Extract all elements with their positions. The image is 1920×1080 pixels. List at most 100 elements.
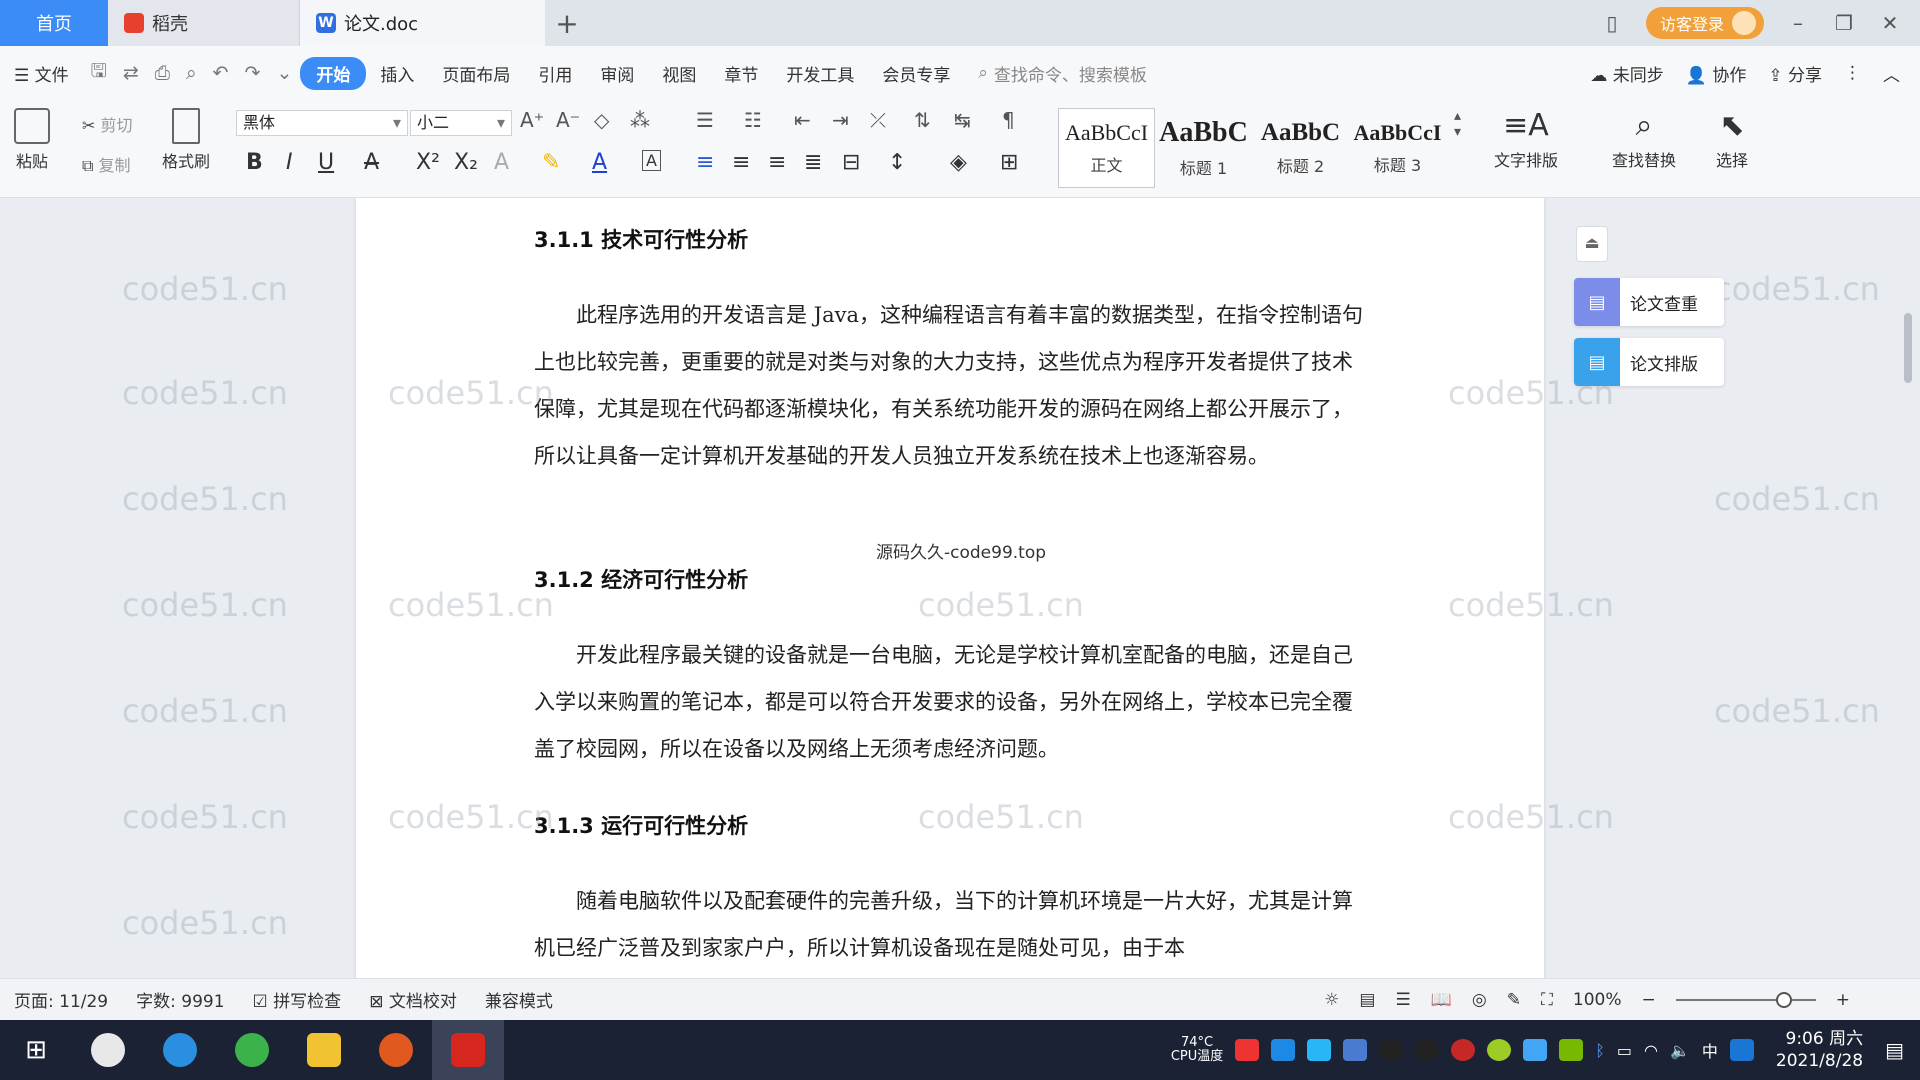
increase-indent-icon[interactable]: ⇥ <box>832 108 849 132</box>
save-icon[interactable]: 🖫 <box>83 57 115 89</box>
tab-daoke[interactable]: 稻壳 <box>108 0 300 46</box>
menu-references[interactable]: 引用 <box>524 61 586 86</box>
find-replace-button[interactable]: ⌕ 查找替换 <box>1612 108 1676 171</box>
show-marks-icon[interactable]: ¶ <box>1002 108 1015 132</box>
print-preview-icon[interactable]: ⌕ <box>178 62 205 84</box>
decrease-indent-icon[interactable]: ⇤ <box>794 108 811 132</box>
fit-page-icon[interactable]: ⛶ <box>1541 990 1553 1010</box>
command-search[interactable]: ⌕ 查找命令、搜索模板 <box>978 61 1147 86</box>
menu-start[interactable]: 开始 <box>300 56 367 90</box>
clear-format-icon[interactable]: ◇ <box>594 108 609 132</box>
web-view-icon[interactable]: ◎ <box>1472 990 1487 1010</box>
guest-login-button[interactable]: 访客登录 <box>1645 7 1764 39</box>
new-tab-button[interactable]: + <box>545 0 589 46</box>
scrollbar-thumb[interactable] <box>1904 313 1912 383</box>
menu-member[interactable]: 会员专享 <box>868 61 964 86</box>
line-spacing-icon[interactable]: ↕ <box>888 150 906 175</box>
taskbar-ie[interactable] <box>144 1020 216 1080</box>
superscript-icon[interactable]: X² <box>416 150 440 175</box>
proofread-button[interactable]: ⊠ 文档校对 <box>355 987 471 1012</box>
shading-icon[interactable]: ◈ <box>950 150 967 175</box>
document-page[interactable]: 3.1.1 技术可行性分析 此程序选用的开发语言是 Java，这种编程语言有着丰… <box>356 198 1544 978</box>
font-name-select[interactable]: 黑体 ▾ <box>236 110 408 136</box>
qq-icon[interactable] <box>1379 1039 1404 1061</box>
redo-icon[interactable]: ↷ <box>237 62 269 84</box>
numbering-icon[interactable]: ☷ <box>744 108 762 132</box>
export-icon[interactable]: ⇄ <box>115 62 147 84</box>
zoom-slider-knob[interactable] <box>1775 991 1792 1008</box>
style-heading-1[interactable]: AaBbC 标题 1 <box>1155 108 1252 188</box>
side-panel-collapse-button[interactable]: ⏏ <box>1576 226 1608 262</box>
customize-icon[interactable]: ⌄ <box>268 62 300 84</box>
align-left-icon[interactable]: ≡ <box>696 150 714 175</box>
taskbar-app-1[interactable] <box>72 1020 144 1080</box>
font-color-icon[interactable]: A <box>592 150 607 175</box>
menu-page-layout[interactable]: 页面布局 <box>428 61 524 86</box>
share-button[interactable]: ⇪ 分享 <box>1768 61 1822 86</box>
select-button[interactable]: ⬉ 选择 <box>1716 108 1748 171</box>
print-icon[interactable]: ⎙ <box>147 62 178 84</box>
page-indicator[interactable]: 页面: 11/29 <box>0 987 122 1012</box>
italic-icon[interactable]: I <box>286 150 293 175</box>
tab-document[interactable]: W 论文.doc <box>300 0 545 46</box>
layout-icon[interactable]: ▯ <box>1600 11 1624 35</box>
tray-icon[interactable] <box>1487 1039 1512 1061</box>
justify-icon[interactable]: ≣ <box>804 150 822 175</box>
minimize-icon[interactable]: – <box>1786 11 1810 35</box>
menu-view[interactable]: 视图 <box>648 61 710 86</box>
taskbar-browser[interactable] <box>216 1020 288 1080</box>
copy-button[interactable]: ⧉ 复制 <box>82 152 131 176</box>
shrink-font-icon[interactable]: A⁻ <box>556 108 580 132</box>
restore-icon[interactable]: ❐ <box>1832 11 1856 35</box>
menu-insert[interactable]: 插入 <box>366 61 428 86</box>
align-center-icon[interactable]: ≡ <box>732 150 750 175</box>
zoom-level[interactable]: 100% <box>1573 990 1622 1010</box>
pen-icon[interactable]: ✎ <box>1507 990 1521 1010</box>
eye-protect-icon[interactable]: ☼ <box>1324 990 1339 1010</box>
nvidia-icon[interactable] <box>1559 1039 1584 1061</box>
bold-icon[interactable]: B <box>246 150 263 175</box>
vertical-scrollbar[interactable] <box>1896 148 1916 978</box>
font-size-select[interactable]: 小二 ▾ <box>410 110 512 136</box>
paper-check-button[interactable]: ▤ 论文查重 <box>1574 278 1724 326</box>
read-view-icon[interactable]: 📖 <box>1431 990 1452 1010</box>
collaborate-button[interactable]: 👤 协作 <box>1686 61 1747 86</box>
bluetooth-icon[interactable]: ᛒ <box>1595 1041 1605 1060</box>
notification-icon[interactable]: ▤ <box>1885 1038 1904 1062</box>
paste-button[interactable]: 粘贴 <box>14 108 50 172</box>
collapse-ribbon-icon[interactable]: ︿ <box>1883 61 1900 86</box>
borders-icon[interactable]: ⊞ <box>1000 150 1018 175</box>
taskbar-explorer[interactable] <box>288 1020 360 1080</box>
more-icon[interactable]: ⋮ <box>1844 63 1861 83</box>
spell-check-button[interactable]: ☑ 拼写检查 <box>239 987 356 1012</box>
paper-layout-button[interactable]: ▤ 论文排版 <box>1574 338 1724 386</box>
strikethrough-icon[interactable]: A <box>364 150 379 175</box>
start-button[interactable]: ⊞ <box>0 1020 72 1080</box>
wifi-icon[interactable]: ◠ <box>1644 1041 1658 1060</box>
text-layout-button[interactable]: ≡A 文字排版 <box>1494 108 1558 171</box>
taskbar-app-2[interactable] <box>360 1020 432 1080</box>
subscript-icon[interactable]: X₂ <box>454 150 478 175</box>
tray-icon[interactable] <box>1235 1039 1260 1061</box>
zoom-out-icon[interactable]: − <box>1642 990 1656 1010</box>
close-icon[interactable]: ✕ <box>1878 11 1902 35</box>
file-menu[interactable]: ☰ 文件 <box>0 61 83 86</box>
clock[interactable]: 9:06 周六 2021/8/28 <box>1766 1028 1873 1072</box>
style-normal[interactable]: AaBbCcI 正文 <box>1058 108 1155 188</box>
tray-icon[interactable] <box>1523 1039 1548 1061</box>
outline-view-icon[interactable]: ☰ <box>1395 990 1410 1010</box>
cut-button[interactable]: ✂ 剪切 <box>82 112 133 136</box>
tray-icon[interactable] <box>1729 1039 1754 1061</box>
style-heading-2[interactable]: AaBbC 标题 2 <box>1252 108 1349 188</box>
styles-scroll-icon[interactable]: ▴ ▾ <box>1454 108 1461 140</box>
zoom-slider[interactable] <box>1675 991 1816 1008</box>
grow-font-icon[interactable]: A⁺ <box>520 108 544 132</box>
sync-button[interactable]: ☁ 未同步 <box>1590 61 1663 86</box>
word-count[interactable]: 字数: 9991 <box>122 987 238 1012</box>
bullets-icon[interactable]: ☰ <box>696 108 714 132</box>
qq-icon[interactable] <box>1415 1039 1440 1061</box>
battery-icon[interactable]: ▭ <box>1617 1041 1632 1060</box>
menu-chapter[interactable]: 章节 <box>710 61 772 86</box>
chinese-layout-icon[interactable]: ⤫ <box>870 108 886 132</box>
volume-icon[interactable]: 🔈 <box>1670 1041 1690 1060</box>
